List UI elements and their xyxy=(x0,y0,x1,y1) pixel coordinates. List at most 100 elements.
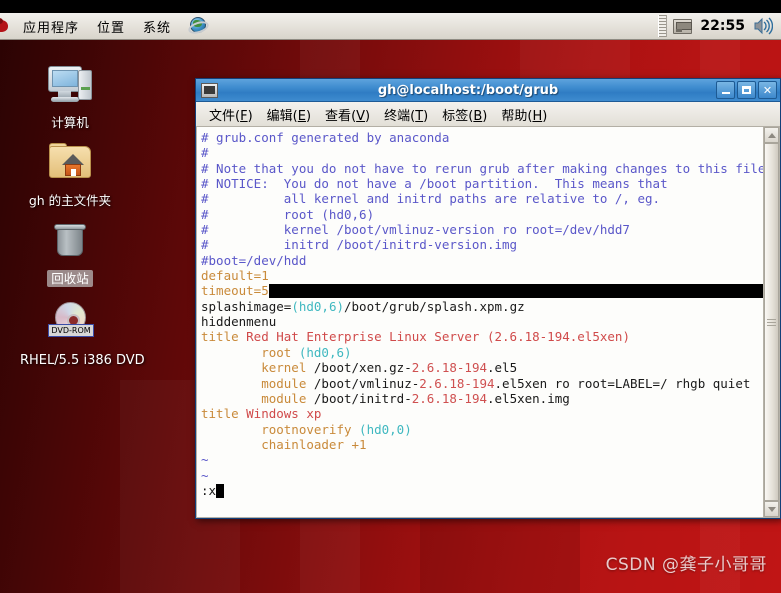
terminal-span: 2.6.18-194 xyxy=(411,390,487,406)
dvd-rom-icon: DVD-ROM xyxy=(42,300,98,348)
desktop-icon-label: 计算机 xyxy=(51,115,89,130)
terminal-line: kernel /boot/xen.gz-2.6.18-194.el5 xyxy=(201,360,763,375)
menu-file[interactable]: 文件(F) xyxy=(202,102,260,127)
terminal-line: # initrd /boot/initrd-version.img xyxy=(201,237,763,252)
panel-menu-system[interactable]: 系统 xyxy=(134,15,180,38)
terminal-span: rootnoverify xyxy=(201,421,360,437)
scroll-down-arrow[interactable] xyxy=(764,501,779,517)
terminal-line: hiddenmenu xyxy=(201,314,763,329)
terminal-span: 2.6.18-194 xyxy=(419,375,495,391)
terminal-span: # NOTICE: You do not have a /boot partit… xyxy=(201,176,668,192)
menu-tabs[interactable]: 标签(B) xyxy=(435,102,494,127)
menu-terminal[interactable]: 终端(T) xyxy=(377,102,435,127)
desktop-icon-computer[interactable]: 计算机 xyxy=(16,62,124,131)
terminal-line: ~ xyxy=(201,452,763,467)
terminal-line: # xyxy=(201,145,763,160)
menu-edit-accel: E xyxy=(297,108,306,124)
terminal-span: module xyxy=(201,375,314,391)
terminal-body[interactable]: # grub.conf generated by anaconda # # Note… xyxy=(196,127,780,518)
menu-terminal-label: 终端 xyxy=(384,108,411,124)
terminal-span: .el5 xyxy=(487,360,518,376)
terminal-span: Red Hat Enterprise Linux Server (2.6.18-… xyxy=(246,329,630,345)
menu-help[interactable]: 帮助(H) xyxy=(494,102,554,127)
menu-terminal-accel: T xyxy=(415,108,424,124)
terminal-line: :x xyxy=(201,483,763,498)
terminal-line: splashimage=(hd0,6)/boot/grub/splash.xpm… xyxy=(201,299,763,314)
menu-view-accel: V xyxy=(356,108,366,124)
terminal-span: splashimage= xyxy=(201,298,292,314)
terminal-line: # kernel /boot/vmlinuz-version ro root=/… xyxy=(201,222,763,237)
terminal-span: :x xyxy=(201,482,217,498)
terminal-span: kernel xyxy=(201,360,314,376)
terminal-span: chainloader +1 xyxy=(201,436,367,452)
menu-edit[interactable]: 编辑(E) xyxy=(260,102,318,127)
terminal-span: hiddenmenu xyxy=(201,314,277,330)
desktop-icon-dvd[interactable]: DVD-ROM RHEL/5.5 i386 DVD xyxy=(16,300,145,369)
watermark: CSDN @龚子小哥哥 xyxy=(605,555,767,575)
menu-view[interactable]: 查看(V) xyxy=(318,102,377,127)
scrollbar-thumb[interactable] xyxy=(764,143,779,501)
terminal-span: # all kernel and initrd paths are relati… xyxy=(201,191,661,207)
gnome-top-panel[interactable]: 应用程序 位置 系统 22:55 xyxy=(0,13,781,40)
minimize-button[interactable] xyxy=(716,81,735,99)
terminal-span: /boot/xen.gz- xyxy=(313,360,412,376)
panel-menu-applications[interactable]: 应用程序 xyxy=(14,15,88,38)
window-menubar[interactable]: 文件(F) 编辑(E) 查看(V) 终端(T) 标签(B) 帮助(H) xyxy=(196,102,780,127)
terminal-line: default=1 xyxy=(201,268,763,283)
terminal-line: title Windows xp xyxy=(201,406,763,421)
maximize-button[interactable] xyxy=(737,81,756,99)
terminal-text-area[interactable]: # grub.conf generated by anaconda # # Note… xyxy=(197,127,763,517)
terminal-span: Windows xp xyxy=(246,406,322,422)
terminal-span: title xyxy=(201,329,247,345)
panel-clock[interactable]: 22:55 xyxy=(700,18,745,34)
terminal-span: /boot/grub/splash.xpm.gz xyxy=(344,298,525,314)
terminal-line: # all kernel and initrd paths are relati… xyxy=(201,191,763,206)
computer-icon xyxy=(42,62,98,110)
terminal-span: timeout=5 xyxy=(201,283,269,299)
terminal-span: (hd0,6) xyxy=(298,344,352,360)
panel-menu-places[interactable]: 位置 xyxy=(88,15,134,38)
terminal-cursor xyxy=(216,483,225,498)
scrollbar-track[interactable] xyxy=(764,143,779,501)
terminal-line: title Red Hat Enterprise Linux Server (2… xyxy=(201,329,763,344)
terminal-line: root (hd0,6) xyxy=(201,345,763,360)
terminal-line: # Note that you do not have to rerun gru… xyxy=(201,161,763,176)
desktop-icon-label: RHEL/5.5 i386 DVD xyxy=(20,353,145,368)
menu-edit-label: 编辑 xyxy=(266,108,293,124)
terminal-line: ~ xyxy=(201,468,763,483)
terminal-line: timeout=5 xyxy=(201,283,763,299)
terminal-span: (hd0,6) xyxy=(291,298,344,314)
menu-file-label: 文件 xyxy=(209,108,236,124)
dvd-rom-badge-label: DVD-ROM xyxy=(48,324,94,337)
terminal-span: default=1 xyxy=(201,268,269,284)
terminal-line: rootnoverify (hd0,0) xyxy=(201,422,763,437)
scroll-up-arrow[interactable] xyxy=(764,127,779,143)
terminal-highlight-bar xyxy=(268,284,763,299)
redhat-logo-icon[interactable] xyxy=(0,17,12,35)
desktop-icon-home-folder[interactable]: gh 的主文件夹 xyxy=(16,140,124,209)
close-button[interactable]: ✕ xyxy=(758,81,777,99)
speaker-icon[interactable] xyxy=(753,17,774,35)
desktop-icon-label: 回收站 xyxy=(47,270,93,287)
display-tray-icon[interactable] xyxy=(673,18,693,34)
trash-icon xyxy=(42,218,98,266)
terminal-window[interactable]: gh@localhost:/boot/grub ✕ 文件(F) 编辑(E) 查看… xyxy=(195,78,781,519)
terminal-line: # grub.conf generated by anaconda xyxy=(201,130,763,145)
terminal-span: .el5xen ro root=LABEL=/ rhgb quiet xyxy=(494,375,751,391)
terminal-span: ~ xyxy=(201,452,209,468)
panel-drawer-grip[interactable] xyxy=(658,15,668,37)
terminal-icon xyxy=(201,82,218,98)
terminal-line: # root (hd0,6) xyxy=(201,207,763,222)
terminal-line: # NOTICE: You do not have a /boot partit… xyxy=(201,176,763,191)
globe-icon[interactable] xyxy=(186,16,211,36)
desktop-icon-label: gh 的主文件夹 xyxy=(28,193,112,208)
window-titlebar[interactable]: gh@localhost:/boot/grub ✕ xyxy=(196,79,780,102)
terminal-span: 2.6.18-194 xyxy=(411,360,487,376)
terminal-span: root xyxy=(201,344,299,360)
terminal-span: # grub.conf generated by anaconda xyxy=(201,130,450,145)
menu-tabs-label: 标签 xyxy=(442,108,469,124)
terminal-scrollbar[interactable] xyxy=(763,127,779,517)
menu-tabs-accel: B xyxy=(473,108,483,124)
menu-view-label: 查看 xyxy=(325,108,352,124)
desktop-icon-trash[interactable]: 回收站 xyxy=(16,218,124,287)
